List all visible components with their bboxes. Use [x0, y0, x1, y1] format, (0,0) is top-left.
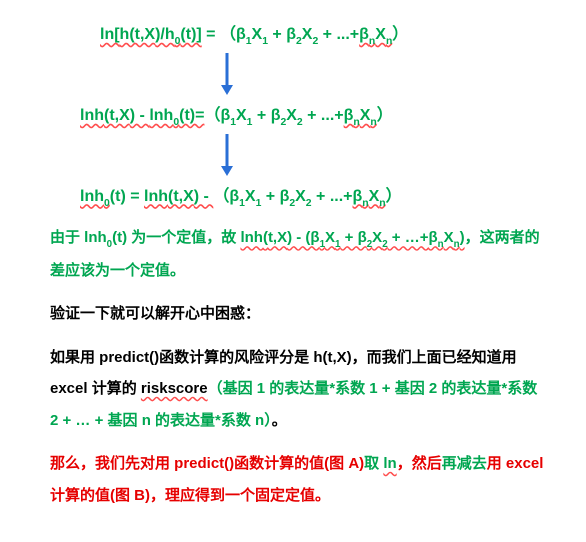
arrow-2 [50, 134, 546, 182]
para-conclusion: 那么，我们先对用 predict()函数计算的值(图 A)取 ln，然后再减去用… [50, 448, 546, 511]
eq1-lhs: ln[h(t,X)/h0(t)] [100, 26, 202, 43]
para-predict: 如果用 predict()函数计算的风险评分是 h(t,X)，而我们上面已经知道… [50, 342, 546, 437]
para-constant-diff: 由于 lnh0(t) 为一个定值，故 lnh(t,X) - (β1X1 + β2… [50, 222, 546, 286]
arrow-1 [50, 53, 546, 101]
equation-3: lnh0(t) = lnh(t,X) - （β1X1 + β2X2 + ...+… [50, 186, 546, 211]
para-verify: 验证一下就可以解开心中困惑： [50, 298, 546, 330]
equation-2: lnh(t,X) - lnh0(t)=（β1X1 + β2X2 + ...+βn… [50, 105, 546, 130]
equation-1: ln[h(t,X)/h0(t)] = （β1X1 + β2X2 + ...+βn… [50, 24, 546, 49]
